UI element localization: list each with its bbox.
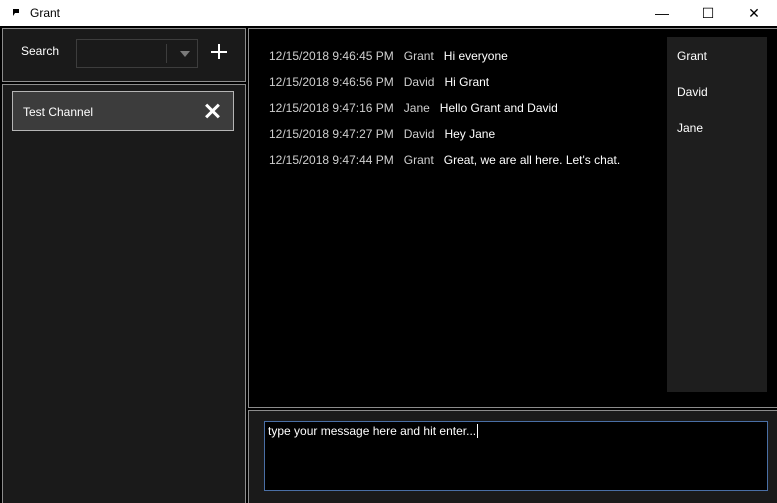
message-author: Grant — [403, 49, 434, 63]
text-caret — [477, 424, 479, 438]
message-timestamp: 12/15/2018 9:47:27 PM — [269, 127, 394, 141]
user-list-item[interactable]: Grant — [677, 49, 707, 63]
add-channel-button[interactable] — [208, 41, 230, 63]
message-row: 12/15/2018 9:46:45 PM Grant Hi everyone — [269, 43, 620, 69]
message-text: Hello Grant and David — [439, 101, 558, 115]
message-input-text: type your message here and hit enter... — [268, 424, 477, 438]
message-author: Jane — [403, 101, 430, 115]
message-row: 12/15/2018 9:46:56 PM David Hi Grant — [269, 69, 620, 95]
message-author: Grant — [403, 153, 434, 167]
message-row: 12/15/2018 9:47:44 PM Grant Great, we ar… — [269, 147, 620, 173]
message-timestamp: 12/15/2018 9:47:44 PM — [269, 153, 394, 167]
close-icon: ✕ — [748, 4, 760, 21]
close-button[interactable]: ✕ — [731, 0, 777, 26]
message-text: Hi everyone — [443, 49, 508, 63]
maximize-icon: ☐ — [701, 4, 715, 21]
chat-panel: 12/15/2018 9:46:45 PM Grant Hi everyone … — [248, 28, 777, 408]
combobox-divider — [166, 44, 167, 63]
message-text: Hey Jane — [444, 127, 496, 141]
minimize-icon: — — [655, 5, 669, 21]
user-list-item[interactable]: David — [677, 85, 708, 99]
channel-name: Test Channel — [23, 105, 94, 119]
message-timestamp: 12/15/2018 9:46:45 PM — [269, 49, 394, 63]
message-row: 12/15/2018 9:47:27 PM David Hey Jane — [269, 121, 620, 147]
window-controls: — ☐ ✕ — [639, 0, 777, 26]
user-list: Grant David Jane — [667, 37, 767, 392]
close-channel-icon[interactable] — [203, 102, 221, 120]
search-panel: Search — [2, 28, 246, 82]
message-text: Great, we are all here. Let's chat. — [443, 153, 621, 167]
search-combobox[interactable] — [76, 39, 198, 68]
chevron-down-icon[interactable] — [180, 51, 190, 57]
title-bar: Grant — ☐ ✕ — [0, 0, 777, 26]
minimize-button[interactable]: — — [639, 0, 685, 26]
message-text: Hi Grant — [444, 75, 490, 89]
message-row: 12/15/2018 9:47:16 PM Jane Hello Grant a… — [269, 95, 620, 121]
message-timestamp: 12/15/2018 9:47:16 PM — [269, 101, 394, 115]
maximize-button[interactable]: ☐ — [685, 0, 731, 26]
user-list-item[interactable]: Jane — [677, 121, 703, 135]
message-input[interactable]: type your message here and hit enter... — [264, 421, 768, 491]
channel-list: Test Channel — [2, 84, 246, 503]
composer-panel: type your message here and hit enter... — [248, 410, 777, 503]
search-label: Search — [21, 44, 60, 58]
message-author: David — [403, 127, 435, 141]
app-icon — [8, 5, 24, 21]
message-list: 12/15/2018 9:46:45 PM Grant Hi everyone … — [269, 43, 620, 173]
window-title: Grant — [30, 6, 61, 20]
message-timestamp: 12/15/2018 9:46:56 PM — [269, 75, 394, 89]
channel-item[interactable]: Test Channel — [12, 91, 234, 131]
message-author: David — [403, 75, 435, 89]
